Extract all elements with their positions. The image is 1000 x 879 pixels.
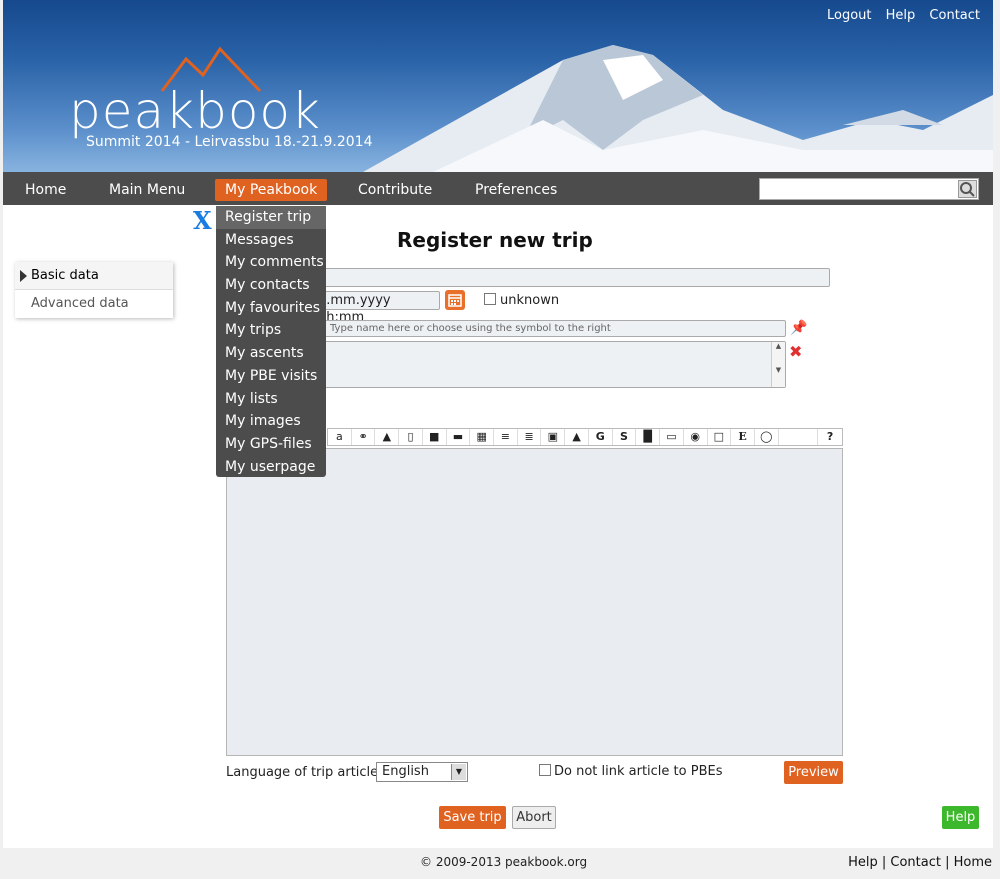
language-value: English xyxy=(382,764,429,779)
box-icon[interactable]: ▭ xyxy=(660,429,684,445)
unknown-checkbox[interactable] xyxy=(484,293,496,305)
numbered-list-icon[interactable]: ≣ xyxy=(518,429,542,445)
help-icon[interactable]: ? xyxy=(818,429,842,445)
footer-help-link[interactable]: Help xyxy=(848,855,878,870)
my-peakbook-dropdown: Register trip Messages My comments My co… xyxy=(216,206,326,477)
peak-search-input[interactable]: Type name here or choose using the symbo… xyxy=(321,320,786,337)
article-editor[interactable] xyxy=(226,448,843,756)
e-icon[interactable]: E xyxy=(731,429,755,445)
copyright: © 2009-2013 peakbook.org xyxy=(420,855,588,869)
section-sidebar: Basic data Advanced data xyxy=(15,262,173,318)
page: Logout Help Contact peakbook Summit 2014… xyxy=(3,0,993,848)
editor-toolbar: a ⚭ ▲ ▯ ■ ▬ ▦ ≡ ≣ ▣ ▲ G S █ ▭ ◉ □ E ◯ ? xyxy=(327,428,843,446)
menu-my-comments[interactable]: My comments xyxy=(216,251,326,274)
save-button[interactable]: Save trip xyxy=(439,806,506,829)
menu-my-userpage[interactable]: My userpage xyxy=(216,456,326,479)
header-banner: Logout Help Contact peakbook Summit 2014… xyxy=(3,0,993,172)
footer-contact-link[interactable]: Contact xyxy=(890,855,941,870)
close-icon[interactable]: X xyxy=(193,206,212,235)
menu-my-trips[interactable]: My trips xyxy=(216,319,326,342)
footer-home-link[interactable]: Home xyxy=(954,855,992,870)
menu-my-images[interactable]: My images xyxy=(216,410,326,433)
menu-my-lists[interactable]: My lists xyxy=(216,388,326,411)
g-icon[interactable]: G xyxy=(589,429,613,445)
menu-register-trip[interactable]: Register trip xyxy=(216,206,326,229)
nav-home[interactable]: Home xyxy=(15,179,76,201)
table-icon[interactable]: ▦ xyxy=(470,429,495,445)
nolink-label: Do not link article to PBEs xyxy=(554,764,723,779)
nav-preferences[interactable]: Preferences xyxy=(465,179,567,201)
page-title: Register new trip xyxy=(397,228,593,252)
globe-icon[interactable]: ◯ xyxy=(755,429,779,445)
language-label: Language of trip article xyxy=(226,765,379,780)
search-icon[interactable] xyxy=(958,180,977,198)
menu-my-favourites[interactable]: My favourites xyxy=(216,297,326,320)
trip-name-input[interactable] xyxy=(308,268,830,287)
nav-main-menu[interactable]: Main Menu xyxy=(99,179,195,201)
contact-link[interactable]: Contact xyxy=(929,8,980,23)
logout-link[interactable]: Logout xyxy=(827,8,872,23)
help-button[interactable]: Help xyxy=(942,806,979,829)
menu-messages[interactable]: Messages xyxy=(216,229,326,252)
peak-list[interactable]: ▲ ▼ xyxy=(321,341,786,388)
chevron-down-icon[interactable]: ▼ xyxy=(451,764,466,780)
nolink-checkbox[interactable] xyxy=(539,764,551,776)
search-input[interactable] xyxy=(759,178,979,200)
horizontal-rule-icon[interactable]: ▬ xyxy=(447,429,471,445)
document-icon[interactable]: ▯ xyxy=(399,429,423,445)
sidebar-item-basic-data[interactable]: Basic data xyxy=(15,262,173,290)
toolbar-spacer xyxy=(779,429,819,445)
anchor-icon[interactable]: a xyxy=(328,429,352,445)
nav-contribute[interactable]: Contribute xyxy=(348,179,442,201)
menu-my-pbe-visits[interactable]: My PBE visits xyxy=(216,365,326,388)
preview-button[interactable]: Preview xyxy=(784,761,843,784)
link-icon[interactable]: ⚭ xyxy=(352,429,376,445)
unknown-label: unknown xyxy=(500,293,560,308)
menu-my-gps-files[interactable]: My GPS-files xyxy=(216,433,326,456)
boot-icon[interactable]: ■ xyxy=(423,429,447,445)
main-nav: Home Main Menu My Peakbook Contribute Pr… xyxy=(3,172,993,205)
page-icon[interactable]: □ xyxy=(708,429,732,445)
menu-my-contacts[interactable]: My contacts xyxy=(216,274,326,297)
abort-button[interactable]: Abort xyxy=(512,806,556,829)
peak-list-scrollbar[interactable]: ▲ ▼ xyxy=(771,342,785,387)
pin-icon[interactable]: 📌 xyxy=(790,320,807,336)
pill-icon[interactable]: ◉ xyxy=(684,429,708,445)
s-icon[interactable]: S xyxy=(613,429,637,445)
language-select[interactable]: English ▼ xyxy=(376,762,468,782)
logo-subtitle: Summit 2014 - Leirvassbu 18.-21.9.2014 xyxy=(86,134,373,150)
delete-icon[interactable]: ✖ xyxy=(789,342,802,361)
top-links: Logout Help Contact xyxy=(817,8,980,23)
date-input[interactable]: d.mm.yyyy hh:mm xyxy=(313,291,440,325)
help-link[interactable]: Help xyxy=(886,8,916,23)
block-icon[interactable]: █ xyxy=(636,429,661,445)
footer-links: Help | Contact | Home xyxy=(848,855,992,870)
sidebar-item-advanced-data[interactable]: Advanced data xyxy=(15,290,173,318)
mountain-icon[interactable]: ▲ xyxy=(375,429,400,445)
logo-text[interactable]: peakbook xyxy=(69,82,321,140)
nav-my-peakbook[interactable]: My Peakbook xyxy=(215,179,328,201)
menu-my-ascents[interactable]: My ascents xyxy=(216,342,326,365)
upload-icon[interactable]: ▲ xyxy=(565,429,589,445)
calendar-icon[interactable] xyxy=(445,290,465,310)
bullet-list-icon[interactable]: ≡ xyxy=(494,429,518,445)
image-icon[interactable]: ▣ xyxy=(541,429,566,445)
